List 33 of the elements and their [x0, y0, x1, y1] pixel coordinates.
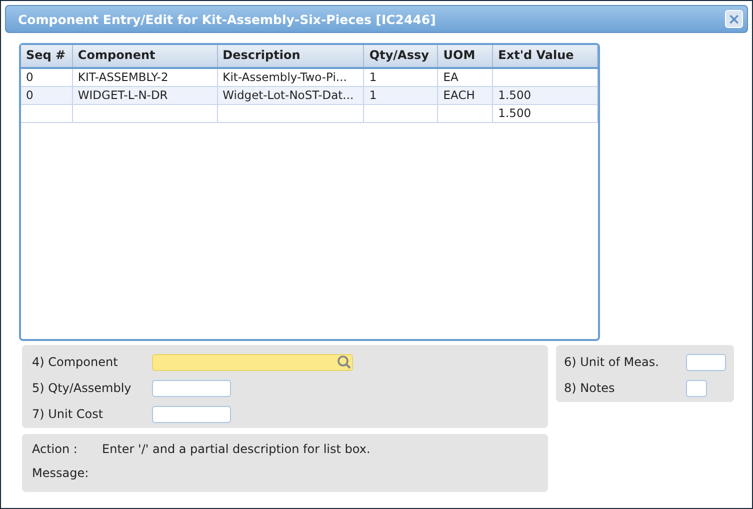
column-header[interactable]: Seq #	[21, 45, 73, 67]
action-label: Action :	[32, 442, 78, 458]
table-cell: 0	[21, 87, 73, 104]
input-field[interactable]	[152, 380, 231, 396]
column-header[interactable]: Component	[72, 45, 218, 67]
input-field[interactable]	[152, 406, 231, 422]
table-cell: Kit-Assembly-Two-Pi...	[218, 69, 364, 86]
table-cell: EACH	[438, 87, 494, 104]
table-cell: WIDGET-L-N-DR	[72, 87, 218, 104]
table-cell: 1	[364, 69, 438, 86]
table-cell: KIT-ASSEMBLY-2	[72, 69, 218, 86]
column-header[interactable]: Ext'd Value	[493, 45, 598, 67]
field-label: 4) Component	[32, 355, 119, 369]
table-cell: EA	[438, 69, 494, 86]
input-field[interactable]	[686, 380, 707, 396]
field-label: 5) Qty/Assembly	[32, 381, 132, 395]
table-cell: 1	[364, 87, 438, 104]
table-cell: 1.500	[493, 105, 598, 122]
column-header[interactable]: Description	[218, 45, 364, 67]
component-field[interactable]	[152, 354, 353, 370]
field-label: 6) Unit of Meas.	[564, 355, 660, 369]
message-label: Message:	[32, 466, 89, 482]
field-label: 7) Unit Cost	[32, 407, 104, 421]
action-text: Enter '/' and a partial description for list box.	[102, 442, 370, 458]
field-label: 8) Notes	[564, 381, 616, 395]
column-header[interactable]: Qty/Assy	[364, 45, 438, 67]
window-title: Component Entry/Edit for Kit-Assembly-Six-Pieces [IC2446]	[18, 12, 436, 26]
table-cell: 1.500	[493, 87, 598, 104]
search-icon[interactable]	[337, 354, 351, 368]
table-cell: 0	[21, 69, 73, 86]
column-header[interactable]: UOM	[438, 45, 494, 67]
input-field[interactable]	[686, 354, 726, 370]
table-cell: Widget-Lot-NoST-Dat...	[218, 87, 364, 104]
